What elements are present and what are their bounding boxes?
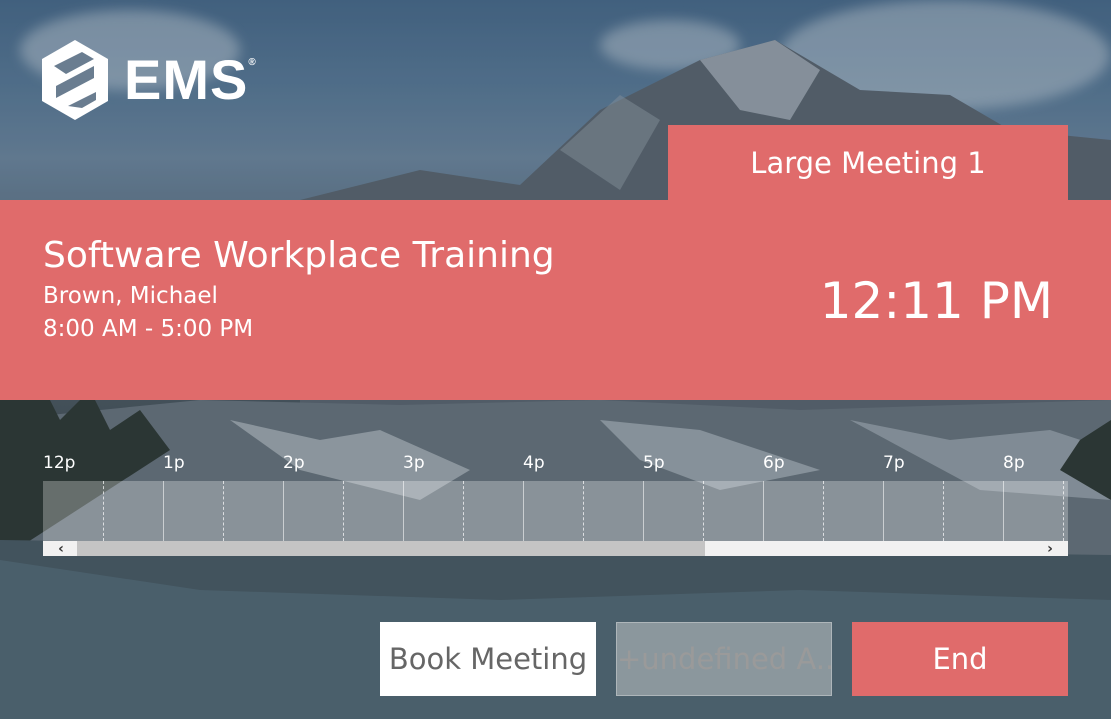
- meeting-time-range: 8:00 AM - 5:00 PM: [43, 316, 254, 342]
- room-name: Large Meeting 1: [750, 145, 986, 180]
- hour-gridline: [643, 481, 644, 541]
- hour-label: 5p: [643, 453, 665, 473]
- ems-logo: EMS®: [42, 40, 257, 120]
- registered-mark: ®: [248, 57, 257, 68]
- hour-label: 6p: [763, 453, 785, 473]
- hour-label: 8p: [1003, 453, 1025, 473]
- ems-logo-text: EMS®: [124, 48, 257, 111]
- hour-gridline: [763, 481, 764, 541]
- room-name-tab: Large Meeting 1: [668, 125, 1068, 200]
- hour-label: 3p: [403, 453, 425, 473]
- current-meeting-banner: Software Workplace Training Brown, Micha…: [0, 200, 1111, 400]
- hour-label: 1p: [163, 453, 185, 473]
- half-hour-gridline: [583, 481, 584, 541]
- hour-gridline: [883, 481, 884, 541]
- hour-label: 2p: [283, 453, 305, 473]
- half-hour-gridline: [823, 481, 824, 541]
- hour-label: 12p: [43, 453, 76, 473]
- hour-label: 7p: [883, 453, 905, 473]
- hour-gridline: [283, 481, 284, 541]
- current-time-clock: 12:11 PM: [819, 272, 1053, 330]
- scrollbar-thumb[interactable]: [77, 541, 705, 556]
- half-hour-gridline: [343, 481, 344, 541]
- chevron-right-icon[interactable]: ›: [1040, 541, 1060, 557]
- schedule-timeline: 12p 1p 2p 3p 4p 5p 6p 7p 8p ‹ ›: [43, 450, 1068, 557]
- hour-label: 4p: [523, 453, 545, 473]
- hour-gridline: [403, 481, 404, 541]
- half-hour-gridline: [943, 481, 944, 541]
- meeting-title: Software Workplace Training: [43, 235, 555, 276]
- half-hour-gridline: [103, 481, 104, 541]
- hour-gridline: [523, 481, 524, 541]
- ems-logo-icon: [42, 40, 108, 120]
- end-meeting-button[interactable]: End: [852, 622, 1068, 696]
- book-meeting-button[interactable]: Book Meeting: [380, 622, 596, 696]
- chevron-left-icon[interactable]: ‹: [51, 541, 71, 557]
- timeline-scrollbar[interactable]: ‹ ›: [43, 541, 1068, 557]
- half-hour-gridline: [223, 481, 224, 541]
- hour-gridline: [1003, 481, 1004, 541]
- hour-labels: 12p 1p 2p 3p 4p 5p 6p 7p 8p: [43, 450, 1068, 480]
- meeting-host: Brown, Michael: [43, 283, 218, 309]
- half-hour-gridline: [463, 481, 464, 541]
- hour-gridline: [163, 481, 164, 541]
- half-hour-gridline: [703, 481, 704, 541]
- additional-action-button[interactable]: +undefined A...: [616, 622, 832, 696]
- half-hour-gridline: [1063, 481, 1064, 541]
- timeline-track[interactable]: [43, 481, 1068, 541]
